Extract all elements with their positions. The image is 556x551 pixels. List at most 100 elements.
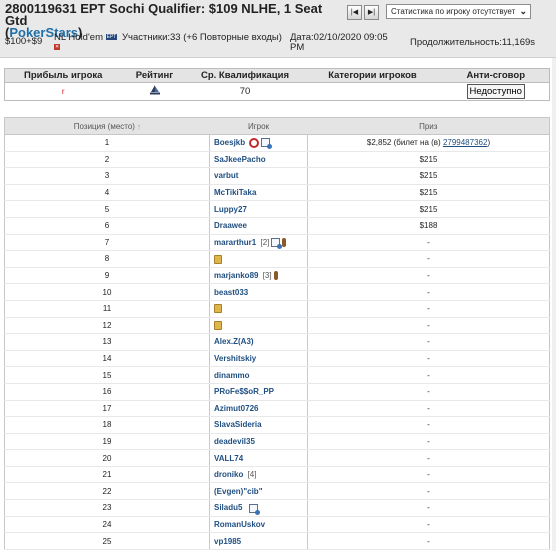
next-tournament-button[interactable]: ▶| <box>364 5 379 20</box>
player-cell <box>209 317 308 335</box>
col-avg-qualification: Ср. Квалификация <box>187 68 303 83</box>
scrollbar[interactable] <box>552 58 556 551</box>
player-name-link[interactable]: Siladu5 <box>214 503 242 512</box>
prize-cell: - <box>307 433 550 451</box>
player-name-link[interactable]: varbut <box>214 171 238 180</box>
col-prize[interactable]: Приз <box>307 117 550 135</box>
prize-cell: - <box>307 234 550 252</box>
position-cell: 25 <box>4 532 210 550</box>
player-name-link[interactable]: Boesjkb <box>214 138 245 147</box>
player-name-link[interactable]: (Evgen)"cib" <box>214 487 262 496</box>
player-name-link[interactable]: Luppy27 <box>214 205 247 214</box>
player-name-link[interactable]: VALL74 <box>214 454 243 463</box>
player-name-link[interactable]: deadevil35 <box>214 437 255 446</box>
col-player-categories: Категории игроков <box>302 68 443 83</box>
col-position-label: Позиция (место) <box>73 121 135 131</box>
table-row: 13 Alex.Z(A3) - <box>4 333 550 351</box>
position-cell: 6 <box>4 217 210 235</box>
entry-count: [2] <box>260 237 270 247</box>
player-name-link[interactable]: PRoFe$$oR_PP <box>214 387 274 396</box>
first-tournament-button[interactable]: |◀ <box>347 5 362 20</box>
prize-cell: - <box>307 400 550 418</box>
player-name-link[interactable]: marjanko89 <box>214 271 258 280</box>
anti-collusion-cell: Недоступно <box>443 83 550 101</box>
player-name-link[interactable]: SlavaSideria <box>214 420 262 429</box>
prize-text: - <box>427 337 430 347</box>
player-name-link[interactable]: Azimut0726 <box>214 404 258 413</box>
table-row: 11 - <box>4 300 550 318</box>
position-cell: 12 <box>4 317 210 335</box>
prize-cell: - <box>307 283 550 301</box>
player-cell: marjanko89 [3] <box>209 267 308 285</box>
prize-cell: $188 <box>307 217 550 235</box>
position-cell: 21 <box>4 466 210 484</box>
bottle-icon <box>273 271 278 281</box>
bottle-icon <box>282 238 287 248</box>
lock-icon <box>214 321 222 331</box>
position-cell: 23 <box>4 499 210 517</box>
summary-header-row: Прибыль игрока Рейтинг Ср. Квалификация … <box>4 68 550 83</box>
sheet-icon[interactable] <box>261 138 273 150</box>
player-cell: varbut <box>209 167 308 185</box>
table-row: 14 Vershitskiy - <box>4 350 550 368</box>
sheet-icon[interactable] <box>271 238 283 250</box>
anti-collusion-button[interactable]: Недоступно <box>466 84 525 99</box>
player-name-link[interactable]: RomanUskov <box>214 520 265 529</box>
prize-cell: - <box>307 516 550 534</box>
prize-cell: - <box>307 333 550 351</box>
results-body: 1 Boesjkb $2,852 (билет на (в) 2799487362… <box>4 134 550 550</box>
player-cell <box>209 300 308 318</box>
col-position[interactable]: Позиция (место) ↑ <box>4 117 210 135</box>
player-name-link[interactable]: beast033 <box>214 288 248 297</box>
player-name-link[interactable]: mararthur1 <box>214 238 256 247</box>
player-name-link[interactable]: Draawee <box>214 221 247 230</box>
table-row: 12 - <box>4 317 550 335</box>
col-player[interactable]: Игрок <box>209 117 308 135</box>
player-name-link[interactable]: Vershitskiy <box>214 354 256 363</box>
player-name-link[interactable]: Alex.Z(A3) <box>214 337 254 346</box>
ept-badge-icon: EPT <box>105 34 118 41</box>
table-row: 6 Draawee $188 <box>4 217 550 235</box>
player-name-link[interactable]: SaJkeePacho <box>214 155 266 164</box>
table-row: 2 SaJkeePacho $215 <box>4 151 550 169</box>
player-name-link[interactable]: droniko <box>214 470 243 479</box>
table-row: 9 marjanko89 [3] - <box>4 267 550 285</box>
position-cell: 7 <box>4 234 210 252</box>
position-cell: 13 <box>4 333 210 351</box>
prize-cell: - <box>307 416 550 434</box>
prize-text: - <box>427 420 430 430</box>
prize-text: - <box>427 503 430 513</box>
player-stats-select[interactable]: Статистика по игроку отсутствует ⌄ <box>386 4 531 19</box>
prize-text: $188 <box>419 221 438 231</box>
entry-count: [4] <box>247 470 257 480</box>
prize-cell: $215 <box>307 200 550 218</box>
player-cell: mararthur1 [2] <box>209 234 308 252</box>
player-name-link[interactable]: dinammo <box>214 371 250 380</box>
participants-label: Участники:33 (+6 Повторные входы) <box>122 32 282 43</box>
profit-cell: r <box>5 83 122 101</box>
prize-cell: - <box>307 499 550 517</box>
player-name-link[interactable]: McTikiTaka <box>214 188 256 197</box>
prize-cell: - <box>307 300 550 318</box>
sheet-icon[interactable] <box>248 503 260 515</box>
prize-text: - <box>427 486 430 496</box>
table-row: 18 SlavaSideria - <box>4 416 550 434</box>
player-cell: Azimut0726 <box>209 400 308 418</box>
table-row: 22 (Evgen)"cib" - <box>4 482 550 501</box>
game-info: NL Hold'em EPT ✕ <box>54 33 118 53</box>
ticket-link[interactable]: 2799487362 <box>443 138 488 147</box>
player-name-link[interactable]: vp1985 <box>214 537 241 546</box>
table-row: 10 beast033 - <box>4 283 550 301</box>
prize-text: - <box>427 237 430 247</box>
prize-cell: - <box>307 267 550 285</box>
tournament-title-text: 2800119631 EPT Sochi Qualifier: $109 NLH… <box>5 1 323 28</box>
col-anti-collusion: Анти-сговор <box>442 68 550 83</box>
prize-text: - <box>427 320 430 330</box>
player-stats-select-value: Статистика по игроку отсутствует <box>391 7 516 16</box>
position-cell: 20 <box>4 449 210 467</box>
prize-cell: - <box>307 466 550 484</box>
player-cell: VALL74 <box>209 449 308 467</box>
table-row: 8- <box>4 250 550 268</box>
tournament-header: 2800119631 EPT Sochi Qualifier: $109 NLH… <box>0 0 556 58</box>
player-cell: deadevil35 <box>209 433 308 451</box>
